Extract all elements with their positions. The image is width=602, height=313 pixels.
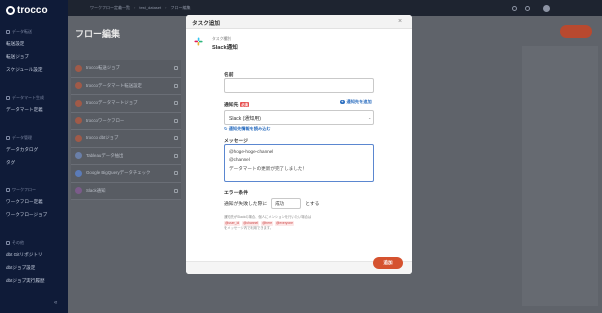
- page-title: フロー編集: [75, 29, 121, 39]
- sidebar-item[interactable]: dbtジョブ設定: [6, 265, 35, 271]
- error-suffix: とする: [305, 202, 320, 207]
- add-icon: [174, 83, 178, 88]
- help-text: 通知先がSlackの場合、個人にメンションを行いたい場合は @user_id @c…: [224, 215, 312, 231]
- sidebar-item[interactable]: dbt Gitリポジトリ: [6, 252, 43, 258]
- section-header: その他: [6, 240, 24, 246]
- add-icon: [174, 171, 178, 176]
- tableau-icon: [75, 152, 82, 160]
- trocco-icon: [75, 99, 82, 107]
- workflow-icon: [6, 188, 10, 192]
- sidebar-item[interactable]: データマート定義: [6, 107, 43, 113]
- section-header: データ管理: [6, 135, 32, 141]
- gear-icon[interactable]: [525, 6, 530, 11]
- bigquery-icon: [75, 169, 82, 177]
- task-palette-item[interactable]: troccoデータマート転送設定: [71, 77, 181, 95]
- add-icon: [174, 136, 178, 141]
- name-label: 名前: [224, 73, 234, 78]
- plus-icon: +: [340, 98, 345, 105]
- dbt-icon: [75, 134, 82, 142]
- required-badge: 必須: [240, 102, 249, 108]
- dest-label: 通知先 必須: [224, 102, 249, 108]
- task-palette-item[interactable]: Tableauデータ抽出: [71, 147, 181, 165]
- add-icon: [174, 66, 178, 71]
- add-icon: [174, 101, 178, 106]
- sidebar: trocco データ転送 転送設定 転送ジョブ スケジュール設定 データマート生…: [0, 0, 68, 313]
- task-palette: trocco転送ジョブ troccoデータマート転送設定 troccoデータマー…: [71, 60, 181, 200]
- task-palette-item[interactable]: trocco dbtジョブ: [71, 130, 181, 148]
- sidebar-item[interactable]: ワークフロー定義: [6, 199, 43, 205]
- name-input[interactable]: [224, 78, 374, 93]
- add-destination-link[interactable]: + 通知先を追加: [340, 99, 372, 105]
- sidebar-item[interactable]: dbtジョブ実行履歴: [6, 278, 45, 284]
- trocco-icon: [75, 117, 82, 125]
- task-palette-item[interactable]: troccoデータマートジョブ: [71, 95, 181, 113]
- task-palette-item[interactable]: trocco転送ジョブ: [71, 60, 181, 78]
- help-icon[interactable]: [512, 6, 517, 11]
- dbt-icon: [6, 241, 10, 245]
- flow-canvas: [522, 46, 598, 306]
- breadcrumb: ワークフロー定義一覧 › test_dataset › フロー編集: [90, 5, 191, 11]
- error-condition-row: 通知が失敗した際に 成功 とする: [224, 198, 319, 209]
- add-icon: [174, 153, 178, 158]
- trocco-icon: [75, 82, 82, 90]
- error-condition-label: エラー条件: [224, 191, 248, 196]
- task-palette-item[interactable]: Google BigQueryデータチェック: [71, 165, 181, 183]
- task-type-name: Slack通知: [212, 45, 238, 51]
- modal-title: タスク追加: [192, 21, 220, 27]
- sidebar-item[interactable]: ワークフロージョブ: [6, 212, 47, 218]
- error-condition-select[interactable]: 成功: [271, 198, 302, 209]
- add-icon: [174, 188, 178, 193]
- mention-chip: @everyone: [275, 220, 294, 227]
- add-icon: [174, 118, 178, 123]
- close-icon[interactable]: ×: [398, 18, 402, 25]
- message-line: @channel: [229, 157, 250, 163]
- breadcrumb-item[interactable]: test_dataset: [139, 5, 161, 11]
- reload-destination-link[interactable]: ↻ 通知先情報を読み込む: [224, 126, 271, 132]
- sidebar-item[interactable]: 転送設定: [6, 41, 24, 47]
- add-task-modal: タスク追加 × タスク種別 Slack通知 名前 通知先 必須 + 通知先を追加 S…: [186, 15, 412, 274]
- section-header: データ転送: [6, 29, 32, 35]
- chevron-down-icon: ⌄: [368, 115, 372, 120]
- message-line: @hoge-hoge-channel: [229, 149, 274, 154]
- section-header: ワークフロー: [6, 187, 36, 193]
- error-prefix: 通知が失敗した際に: [224, 202, 268, 207]
- task-palette-item[interactable]: troccoワークフロー: [71, 112, 181, 130]
- breadcrumb-item: フロー編集: [170, 5, 191, 10]
- slack-icon: [75, 187, 82, 195]
- avatar[interactable]: [543, 5, 550, 12]
- add-task-button[interactable]: 追加: [373, 257, 403, 269]
- message-textarea[interactable]: @hoge-hoge-channel @channel データマートの更新が完了…: [224, 144, 374, 182]
- task-type-label: タスク種別: [212, 37, 231, 41]
- data-icon: [6, 136, 10, 140]
- datamart-icon: [6, 96, 10, 100]
- message-line: データマートの更新が完了しました！: [229, 165, 308, 171]
- sidebar-item[interactable]: タグ: [6, 160, 15, 166]
- sidebar-item[interactable]: データカタログ: [6, 147, 38, 153]
- sidebar-item[interactable]: 転送ジョブ: [6, 54, 29, 60]
- trocco-logo[interactable]: trocco: [6, 4, 48, 17]
- message-label: メッセージ: [224, 139, 248, 144]
- breadcrumb-item[interactable]: ワークフロー定義一覧: [90, 5, 130, 11]
- sidebar-item[interactable]: スケジュール設定: [6, 67, 42, 73]
- destination-select[interactable]: Slack (通知用): [224, 110, 374, 125]
- transfer-icon: [6, 30, 10, 34]
- slack-icon: [194, 37, 203, 46]
- section-header: データマート生成: [6, 95, 44, 101]
- collapse-sidebar-icon[interactable]: «: [54, 300, 57, 306]
- background-add-button: [560, 25, 592, 38]
- task-palette-item[interactable]: Slack通知: [71, 182, 181, 200]
- trocco-icon: [75, 64, 82, 72]
